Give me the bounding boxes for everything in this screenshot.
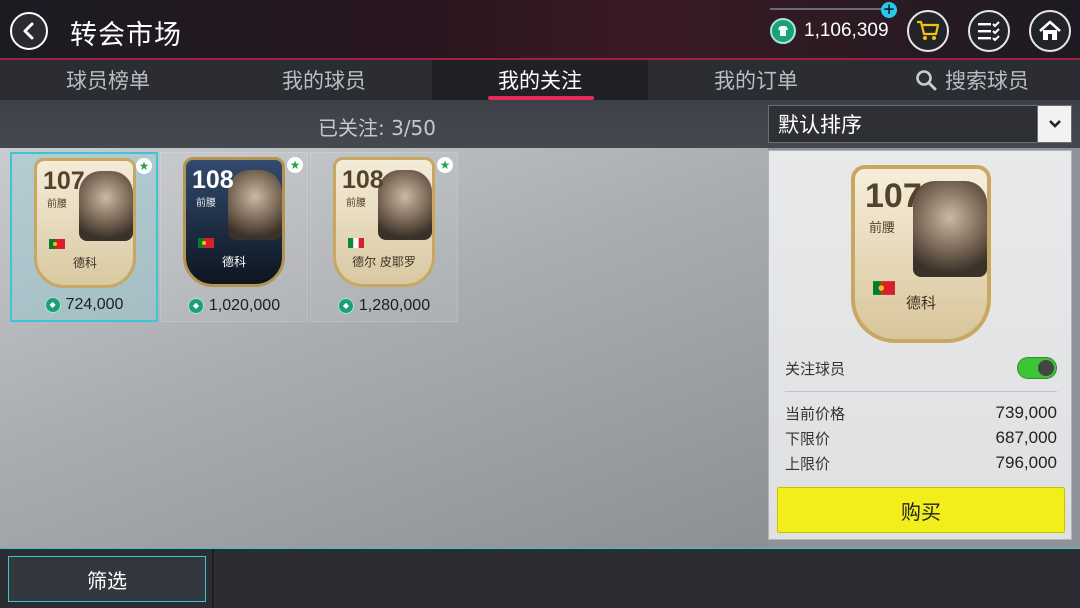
- player-portrait: [79, 171, 133, 241]
- top-bar: 转会市场 1,106,309 +: [0, 0, 1080, 60]
- player-card: 108 前腰 德科: [183, 157, 285, 287]
- italy-flag-icon: [348, 238, 364, 248]
- tab-label: 我的订单: [714, 69, 798, 93]
- divider: [785, 391, 1057, 392]
- card-player-name: 德尔 皮耶罗: [352, 255, 416, 269]
- card-price: ◆ 1,020,000: [161, 297, 307, 315]
- portugal-flag-icon: [49, 239, 65, 249]
- favorite-star-icon[interactable]: ★: [437, 157, 453, 173]
- player-portrait: [228, 170, 282, 240]
- lower-limit-value: 687,000: [995, 428, 1057, 447]
- tab-label: 我的球员: [282, 69, 366, 93]
- tab-my-orders[interactable]: 我的订单: [648, 60, 864, 100]
- watch-player-toggle[interactable]: [1017, 357, 1057, 379]
- current-price-value: 739,000: [995, 403, 1057, 422]
- coin-balance-value: 1,106,309: [804, 20, 889, 41]
- current-price-label: 当前价格: [785, 405, 846, 423]
- tab-player-ranking[interactable]: 球员榜单: [0, 60, 216, 100]
- player-card: 108 前腰 德尔 皮耶罗: [333, 157, 435, 287]
- card-rating: 107: [43, 167, 85, 195]
- back-icon: [23, 22, 34, 40]
- upper-limit-value: 796,000: [995, 453, 1057, 472]
- tab-my-players[interactable]: 我的球员: [216, 60, 432, 100]
- player-card-slot[interactable]: ★ 108 前腰 德尔 皮耶罗 ◆ 1,280,000: [310, 152, 458, 322]
- search-icon: [916, 70, 937, 91]
- cart-icon: [917, 20, 940, 40]
- player-card-slot[interactable]: ★ 108 前腰 德科 ◆ 1,020,000: [160, 152, 308, 322]
- card-price: ◆ 724,000: [12, 296, 156, 314]
- card-player-name: 德科: [221, 255, 246, 269]
- tab-label: 球员榜单: [66, 69, 150, 93]
- menu-button[interactable]: [968, 10, 1010, 52]
- favorite-star-icon[interactable]: ★: [287, 157, 303, 173]
- watch-player-label: 关注球员: [785, 359, 846, 378]
- chevron-down-icon[interactable]: [1037, 106, 1071, 142]
- card-price-value: 1,020,000: [208, 297, 281, 314]
- cart-button[interactable]: [907, 10, 949, 52]
- player-portrait: [378, 170, 432, 240]
- sort-dropdown[interactable]: 默认排序: [768, 105, 1072, 143]
- player-detail-panel: 107 前腰 德科 关注球员 当前价格 739,000 下限价 687,000 …: [768, 150, 1072, 540]
- card-position: 前腰: [47, 199, 67, 210]
- card-position: 前腰: [196, 198, 216, 209]
- plus-icon[interactable]: +: [881, 2, 897, 18]
- tab-bar: 球员榜单 我的球员 我的关注 我的订单 搜索球员: [0, 60, 1080, 100]
- tab-label: 我的关注: [498, 69, 582, 93]
- card-price: ◆ 1,280,000: [311, 297, 457, 315]
- back-button[interactable]: [10, 12, 48, 50]
- filter-button[interactable]: 筛选: [8, 556, 206, 602]
- card-rating: 108: [342, 166, 384, 194]
- current-price-row: 当前价格 739,000: [785, 403, 1057, 424]
- card-position: 前腰: [346, 198, 366, 209]
- tab-label: 搜索球员: [945, 69, 1029, 93]
- card-position: 前腰: [869, 221, 896, 236]
- favorite-star-icon[interactable]: ★: [136, 158, 152, 174]
- coin-balance[interactable]: 1,106,309: [770, 8, 889, 52]
- coin-icon: ◆: [337, 298, 354, 314]
- card-rating: 107: [865, 177, 922, 215]
- home-icon: [1039, 20, 1061, 40]
- detail-player-card: 107 前腰 德科: [851, 165, 991, 343]
- tab-my-watchlist[interactable]: 我的关注: [432, 60, 648, 100]
- page-title: 转会市场: [70, 20, 182, 51]
- sort-selected-value: 默认排序: [778, 113, 862, 137]
- card-player-name: 德科: [905, 294, 936, 312]
- card-rating: 108: [192, 166, 234, 194]
- lower-limit-label: 下限价: [785, 430, 831, 448]
- card-price-value: 1,280,000: [358, 297, 431, 314]
- player-card-slot[interactable]: ★ 107 前腰 德科 ◆ 724,000: [10, 152, 158, 322]
- tab-search-players[interactable]: 搜索球员: [864, 60, 1080, 100]
- portugal-flag-icon: [198, 238, 214, 248]
- player-card: 107 前腰 德科: [34, 158, 136, 288]
- lower-limit-row: 下限价 687,000: [785, 428, 1057, 449]
- upper-limit-row: 上限价 796,000: [785, 453, 1057, 474]
- card-price-value: 724,000: [65, 296, 124, 313]
- divider: [212, 549, 214, 608]
- follow-count: 已关注: 3/50: [318, 116, 437, 140]
- upper-limit-label: 上限价: [785, 455, 831, 473]
- watch-player-row: 关注球员: [785, 353, 1057, 383]
- coin-icon: [770, 18, 796, 44]
- card-player-name: 德科: [72, 256, 97, 270]
- buy-button[interactable]: 购买: [777, 487, 1065, 533]
- coin-icon: ◆: [44, 297, 61, 313]
- bottom-bar: 筛选: [0, 548, 1080, 608]
- player-portrait: [913, 181, 987, 277]
- coin-icon: ◆: [187, 298, 204, 314]
- home-button[interactable]: [1029, 10, 1071, 52]
- watchlist-grid: ★ 107 前腰 德科 ◆ 724,000 ★ 108 前腰 德科 ◆ 1,02…: [0, 148, 768, 548]
- menu-icon: [978, 21, 1000, 41]
